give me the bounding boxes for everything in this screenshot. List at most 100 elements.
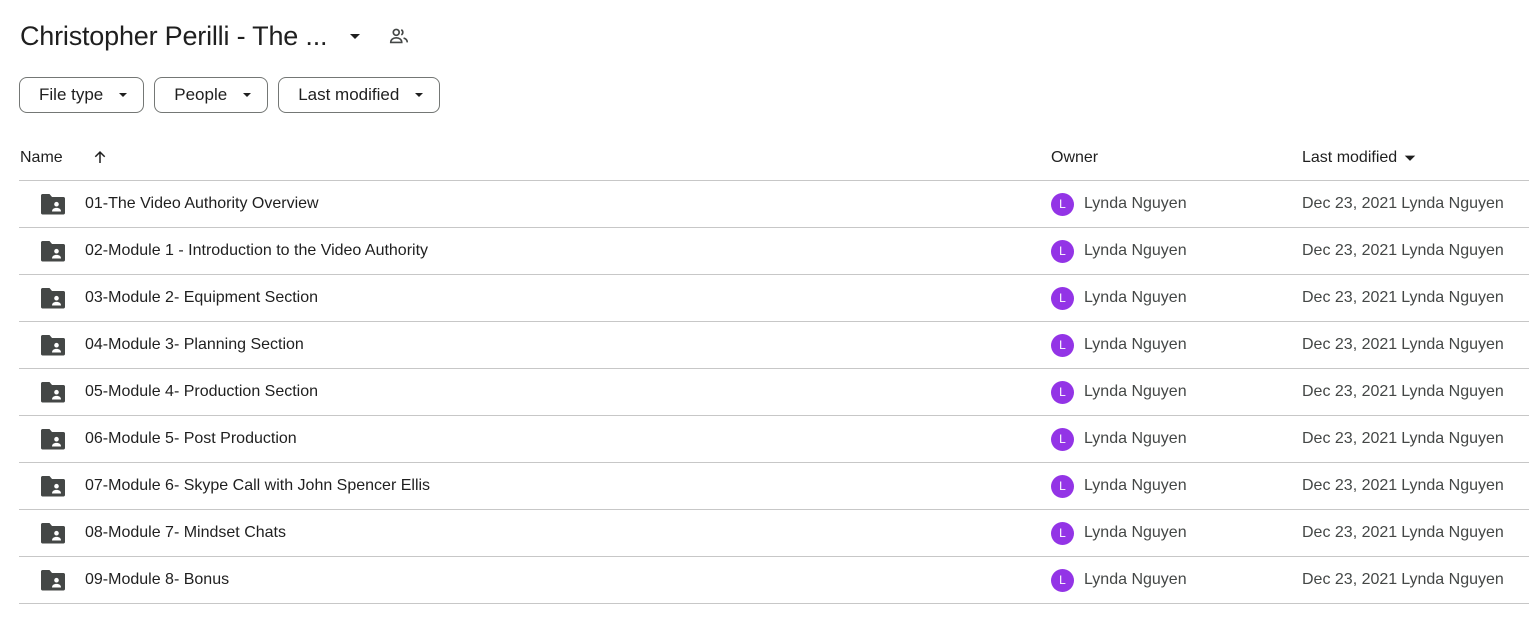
arrow-upward-icon[interactable]: [89, 146, 111, 168]
file-name[interactable]: 04-Module 3- Planning Section: [85, 322, 304, 368]
table-row[interactable]: 06-Module 5- Post Production L Lynda Ngu…: [19, 416, 1529, 463]
modified-by: Lynda Nguyen: [1401, 195, 1504, 212]
column-header-last-modified-label: Last modified: [1302, 148, 1398, 166]
modified-date: Dec 23, 2021: [1302, 571, 1398, 588]
modified-by: Lynda Nguyen: [1401, 571, 1504, 588]
modified-by: Lynda Nguyen: [1401, 524, 1504, 541]
shared-folder-icon: [41, 194, 65, 215]
avatar[interactable]: L: [1051, 474, 1074, 498]
table-row[interactable]: 07-Module 6- Skype Call with John Spence…: [19, 463, 1529, 510]
last-modified-cell: Dec 23, 2021 Lynda Nguyen: [1302, 557, 1504, 603]
file-name[interactable]: 08-Module 7- Mindset Chats: [85, 510, 286, 556]
modified-by: Lynda Nguyen: [1401, 289, 1504, 306]
last-modified-filter[interactable]: Last modified: [278, 77, 441, 113]
file-rows: 01-The Video Authority Overview L Lynda …: [19, 181, 1529, 604]
modified-by: Lynda Nguyen: [1401, 477, 1504, 494]
people-icon[interactable]: [387, 24, 411, 48]
people-filter[interactable]: People: [154, 77, 269, 113]
avatar[interactable]: L: [1051, 568, 1074, 592]
arrow-drop-down-icon: [1403, 151, 1417, 165]
table-row[interactable]: 02-Module 1 - Introduction to the Video …: [19, 228, 1529, 275]
file-name[interactable]: 01-The Video Authority Overview: [85, 181, 319, 227]
shared-folder-icon: [41, 382, 65, 403]
owner-cell: L Lynda Nguyen: [1051, 275, 1187, 321]
owner-cell: L Lynda Nguyen: [1051, 322, 1187, 368]
shared-folder-icon: [41, 241, 65, 262]
table-row[interactable]: 05-Module 4- Production Section L Lynda …: [19, 369, 1529, 416]
file-name[interactable]: 07-Module 6- Skype Call with John Spence…: [85, 463, 430, 509]
owner-cell: L Lynda Nguyen: [1051, 510, 1187, 556]
modified-date: Dec 23, 2021: [1302, 242, 1398, 259]
modified-date: Dec 23, 2021: [1302, 383, 1398, 400]
owner-name: Lynda Nguyen: [1084, 524, 1187, 541]
shared-folder-icon: [41, 523, 65, 544]
last-modified-cell: Dec 23, 2021 Lynda Nguyen: [1302, 369, 1504, 415]
table-header: Name Owner Last modified: [19, 135, 1529, 181]
avatar[interactable]: L: [1051, 521, 1074, 545]
modified-by: Lynda Nguyen: [1401, 242, 1504, 259]
file-list: Name Owner Last modified 01-The Video Au…: [19, 135, 1529, 604]
modified-date: Dec 23, 2021: [1302, 336, 1398, 353]
owner-name: Lynda Nguyen: [1084, 242, 1187, 259]
avatar[interactable]: L: [1051, 192, 1074, 216]
last-modified-cell: Dec 23, 2021 Lynda Nguyen: [1302, 322, 1504, 368]
table-row[interactable]: 09-Module 8- Bonus L Lynda Nguyen Dec 23…: [19, 557, 1529, 604]
arrow-drop-down-icon: [413, 89, 425, 101]
arrow-drop-down-icon: [241, 89, 253, 101]
modified-date: Dec 23, 2021: [1302, 524, 1398, 541]
owner-name: Lynda Nguyen: [1084, 289, 1187, 306]
column-header-name[interactable]: Name: [20, 135, 63, 180]
avatar[interactable]: L: [1051, 427, 1074, 451]
avatar[interactable]: L: [1051, 239, 1074, 263]
modified-by: Lynda Nguyen: [1401, 383, 1504, 400]
file-name[interactable]: 05-Module 4- Production Section: [85, 369, 318, 415]
avatar[interactable]: L: [1051, 380, 1074, 404]
owner-name: Lynda Nguyen: [1084, 571, 1187, 588]
last-modified-filter-label: Last modified: [298, 85, 400, 104]
owner-cell: L Lynda Nguyen: [1051, 181, 1187, 227]
shared-folder-icon: [41, 429, 65, 450]
avatar[interactable]: L: [1051, 286, 1074, 310]
last-modified-cell: Dec 23, 2021 Lynda Nguyen: [1302, 463, 1504, 509]
modified-date: Dec 23, 2021: [1302, 289, 1398, 306]
owner-name: Lynda Nguyen: [1084, 195, 1187, 212]
modified-date: Dec 23, 2021: [1302, 195, 1398, 212]
file-type-filter[interactable]: File type: [19, 77, 145, 113]
owner-cell: L Lynda Nguyen: [1051, 228, 1187, 274]
shared-folder-icon: [41, 335, 65, 356]
filter-bar: File type People Last modified: [19, 77, 441, 113]
modified-by: Lynda Nguyen: [1401, 336, 1504, 353]
file-name[interactable]: 06-Module 5- Post Production: [85, 416, 297, 462]
last-modified-cell: Dec 23, 2021 Lynda Nguyen: [1302, 181, 1504, 227]
modified-by: Lynda Nguyen: [1401, 430, 1504, 447]
table-row[interactable]: 01-The Video Authority Overview L Lynda …: [19, 181, 1529, 228]
file-name[interactable]: 09-Module 8- Bonus: [85, 557, 229, 603]
table-row[interactable]: 03-Module 2- Equipment Section L Lynda N…: [19, 275, 1529, 322]
file-name[interactable]: 03-Module 2- Equipment Section: [85, 275, 318, 321]
arrow-drop-down-icon[interactable]: [343, 24, 367, 48]
owner-cell: L Lynda Nguyen: [1051, 416, 1187, 462]
last-modified-cell: Dec 23, 2021 Lynda Nguyen: [1302, 416, 1504, 462]
owner-cell: L Lynda Nguyen: [1051, 369, 1187, 415]
table-row[interactable]: 08-Module 7- Mindset Chats L Lynda Nguye…: [19, 510, 1529, 557]
file-type-filter-label: File type: [39, 85, 104, 104]
owner-cell: L Lynda Nguyen: [1051, 557, 1187, 603]
people-filter-label: People: [174, 85, 228, 104]
shared-folder-icon: [41, 570, 65, 591]
avatar[interactable]: L: [1051, 333, 1074, 357]
arrow-drop-down-icon: [117, 89, 129, 101]
file-name[interactable]: 02-Module 1 - Introduction to the Video …: [85, 228, 428, 274]
owner-name: Lynda Nguyen: [1084, 477, 1187, 494]
column-header-owner[interactable]: Owner: [1051, 135, 1098, 180]
shared-folder-icon: [41, 476, 65, 497]
folder-header: Christopher Perilli - The ...: [20, 14, 411, 58]
last-modified-cell: Dec 23, 2021 Lynda Nguyen: [1302, 275, 1504, 321]
folder-title[interactable]: Christopher Perilli - The ...: [20, 21, 328, 52]
owner-name: Lynda Nguyen: [1084, 383, 1187, 400]
owner-cell: L Lynda Nguyen: [1051, 463, 1187, 509]
table-row[interactable]: 04-Module 3- Planning Section L Lynda Ng…: [19, 322, 1529, 369]
owner-name: Lynda Nguyen: [1084, 430, 1187, 447]
column-header-last-modified[interactable]: Last modified: [1302, 135, 1417, 180]
owner-name: Lynda Nguyen: [1084, 336, 1187, 353]
shared-folder-icon: [41, 288, 65, 309]
